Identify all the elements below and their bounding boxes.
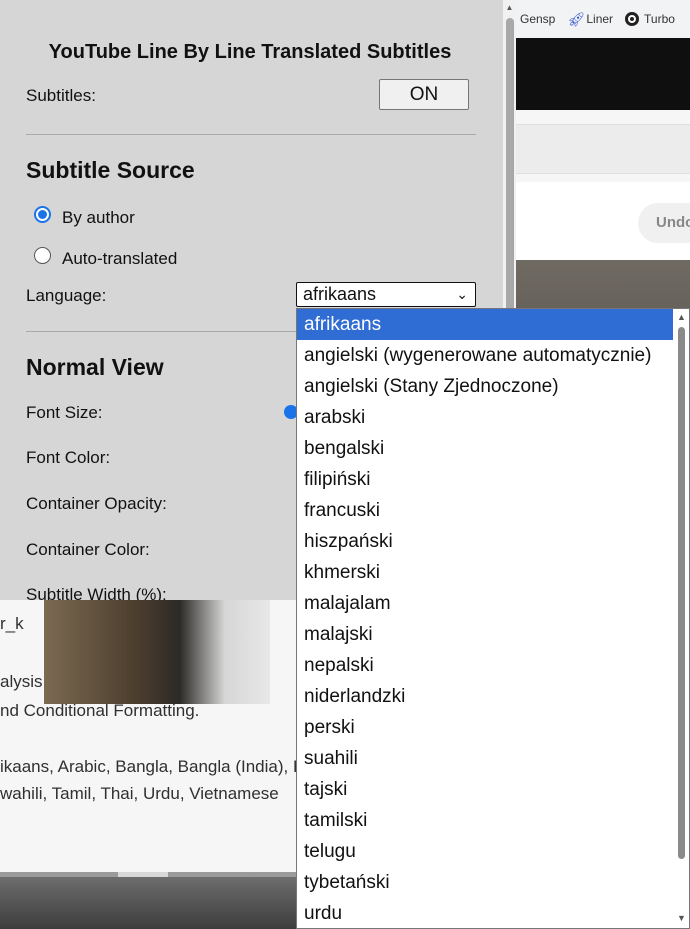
language-option[interactable]: nepalski xyxy=(297,650,673,681)
language-option[interactable]: bengalski xyxy=(297,433,673,464)
language-option[interactable]: angielski (Stany Zjednoczone) xyxy=(297,371,673,402)
by-author-radio[interactable] xyxy=(34,206,51,223)
scroll-down-arrow-icon[interactable]: ▼ xyxy=(674,912,689,924)
language-option[interactable]: perski xyxy=(297,712,673,743)
language-option[interactable]: afrikaans xyxy=(297,309,673,340)
language-option[interactable]: francuski xyxy=(297,495,673,526)
bookmarks-bar: Gensp 🚀︎ Liner Turbo xyxy=(516,0,690,38)
font-size-label: Font Size: xyxy=(26,403,103,422)
language-option[interactable]: tamilski xyxy=(297,805,673,836)
language-option[interactable]: khmerski xyxy=(297,557,673,588)
subtitle-width-label: Subtitle Width (%): xyxy=(26,585,167,600)
container-opacity-label: Container Opacity: xyxy=(26,494,167,513)
divider xyxy=(26,134,476,135)
language-option[interactable]: telugu xyxy=(297,836,673,867)
search-area xyxy=(516,124,690,174)
language-option[interactable]: filipiński xyxy=(297,464,673,495)
language-select[interactable]: afrikaans ⌄ xyxy=(296,282,476,307)
language-dropdown-list: afrikaans angielski (wygenerowane automa… xyxy=(296,308,690,929)
language-select-value: afrikaans xyxy=(303,284,377,304)
language-option[interactable]: tajski xyxy=(297,774,673,805)
language-option[interactable]: malajalam xyxy=(297,588,673,619)
bookmark-label: Liner xyxy=(586,12,614,26)
bookmark-label: Gensp xyxy=(520,12,556,26)
language-option[interactable]: hiszpański xyxy=(297,526,673,557)
dropdown-scrollbar-thumb[interactable] xyxy=(678,327,685,859)
subtitles-label: Subtitles: xyxy=(26,86,96,105)
font-color-label: Font Color: xyxy=(26,448,111,467)
language-option[interactable]: malajski xyxy=(297,619,673,650)
undo-button[interactable]: Undo xyxy=(638,203,690,243)
language-option[interactable]: tybetański xyxy=(297,867,673,898)
turbo-icon xyxy=(625,12,640,26)
video-thumbnail[interactable] xyxy=(44,600,270,704)
auto-translated-label[interactable]: Auto-translated xyxy=(62,249,177,269)
subtitles-toggle-button[interactable]: ON xyxy=(379,79,469,110)
chevron-down-icon: ⌄ xyxy=(456,286,468,302)
description-line: ikaans, Arabic, Bangla, Bangla (India), … xyxy=(0,757,305,776)
container-color-label: Container Color: xyxy=(26,540,150,559)
by-author-label[interactable]: By author xyxy=(62,208,135,228)
description-line: alysis, xyxy=(0,672,48,691)
description-line: nd Conditional Formatting. xyxy=(0,701,200,720)
language-label: Language: xyxy=(26,286,107,305)
scroll-up-arrow-icon[interactable]: ▲ xyxy=(674,311,689,323)
video-header-area xyxy=(516,38,690,110)
bookmark-turbo[interactable]: Turbo xyxy=(625,12,675,26)
bookmark-liner[interactable]: 🚀︎ Liner xyxy=(567,12,613,26)
popup-title: YouTube Line By Line Translated Subtitle… xyxy=(48,41,452,63)
language-option[interactable]: arabski xyxy=(297,402,673,433)
video-thumbnail-bottom xyxy=(0,877,300,929)
language-option[interactable]: suahili xyxy=(297,743,673,774)
subtitle-source-title: Subtitle Source xyxy=(26,157,195,183)
bookmark-label: Turbo xyxy=(644,12,675,26)
rocket-icon: 🚀︎ xyxy=(567,11,586,27)
description-line: wahili, Tamil, Thai, Urdu, Vietnamese xyxy=(0,784,279,803)
language-option[interactable]: niderlandzki xyxy=(297,681,673,712)
language-option[interactable]: angielski (wygenerowane automatycznie) xyxy=(297,340,673,371)
scroll-up-arrow-icon[interactable]: ▲ xyxy=(503,2,516,14)
bookmark-genspark[interactable]: Gensp xyxy=(520,12,555,26)
description-line: r_k xyxy=(0,614,24,633)
normal-view-title: Normal View xyxy=(26,354,164,380)
auto-translated-radio[interactable] xyxy=(34,247,51,264)
language-option[interactable]: urdu xyxy=(297,898,673,928)
